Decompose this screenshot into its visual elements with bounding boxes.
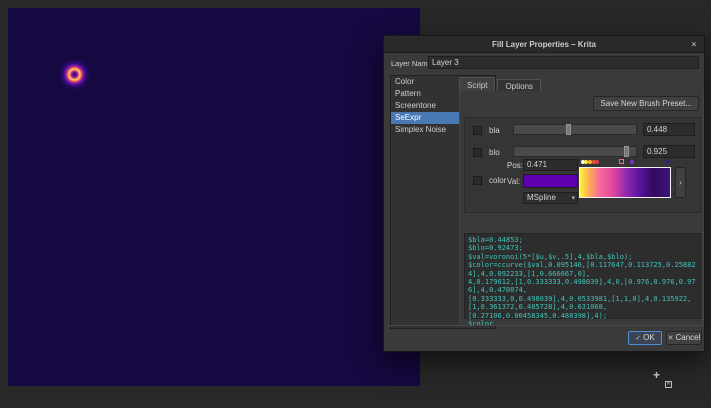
seexpr-texture-canvas[interactable] — [8, 8, 420, 386]
dialog-title: Fill Layer Properties – Krita — [492, 40, 596, 49]
variable-checkbox-bla[interactable] — [473, 126, 482, 135]
cancel-button[interactable]: ✕Cancel — [666, 331, 702, 345]
gradient-stop-marker[interactable] — [666, 160, 670, 164]
slider-handle[interactable] — [566, 124, 571, 135]
ok-button[interactable]: ✓OK — [628, 331, 662, 345]
color-val-label: Val: — [507, 177, 520, 186]
variable-label-blo: blo — [489, 148, 500, 157]
tab-bar: ScriptOptions — [459, 77, 543, 92]
dialog-titlebar[interactable]: Fill Layer Properties – Krita × — [384, 36, 704, 53]
script-tab-pane: Save New Brush Preset... bla 0.448 blo 0… — [459, 91, 704, 326]
ok-button-label: OK — [643, 333, 655, 342]
seexpr-script-editor[interactable]: $bla=0.44853; $blo=0.92473; $val=voronoi… — [464, 233, 701, 319]
variable-label-color: color — [489, 176, 506, 185]
brush-tool-cursor-icon: ✕ — [665, 381, 672, 388]
variable-checkbox-blo[interactable] — [473, 148, 482, 157]
variable-value-blo[interactable]: 0.925 — [643, 145, 695, 158]
gradient-preview[interactable] — [579, 167, 671, 198]
chevron-right-icon: › — [679, 178, 682, 187]
save-new-brush-preset-button[interactable]: Save New Brush Preset... — [593, 96, 699, 111]
gradient-stop-marker[interactable] — [595, 160, 599, 164]
variable-slider-blo[interactable] — [513, 146, 637, 157]
color-pos-input[interactable]: 0.471 — [523, 159, 578, 171]
interpolation-dropdown-value: MSpline — [527, 193, 556, 202]
chevron-down-icon: ▾ — [571, 194, 575, 204]
variable-value-bla[interactable]: 0.448 — [643, 123, 695, 136]
variable-checkbox-color[interactable] — [473, 176, 482, 185]
variable-slider-bla[interactable] — [513, 124, 637, 135]
x-icon: ✕ — [668, 335, 674, 342]
variable-label-bla: bla — [489, 126, 500, 135]
seexpr-variables-panel: bla 0.448 blo 0.925 color Pos: 0.471 Val… — [464, 117, 701, 213]
layer-name-input[interactable]: Layer 3 — [428, 56, 699, 69]
fill-layer-properties-dialog: Fill Layer Properties – Krita × Layer Na… — [383, 35, 705, 352]
check-icon: ✓ — [635, 335, 641, 342]
color-value-swatch[interactable] — [523, 174, 578, 188]
cancel-button-label: Cancel — [675, 333, 700, 342]
footer-separator — [388, 325, 702, 326]
gradient-stop-marker[interactable] — [630, 160, 634, 164]
gradient-markers — [581, 159, 671, 166]
gradient-expand-button[interactable]: › — [675, 167, 686, 198]
slider-handle[interactable] — [624, 146, 629, 157]
gradient-stop-marker[interactable] — [619, 159, 624, 164]
brush-crosshair-cursor-icon: + — [653, 368, 660, 382]
interpolation-dropdown[interactable]: MSpline ▾ — [523, 192, 578, 204]
color-pos-label: Pos: — [507, 161, 523, 170]
close-icon[interactable]: × — [689, 40, 699, 50]
